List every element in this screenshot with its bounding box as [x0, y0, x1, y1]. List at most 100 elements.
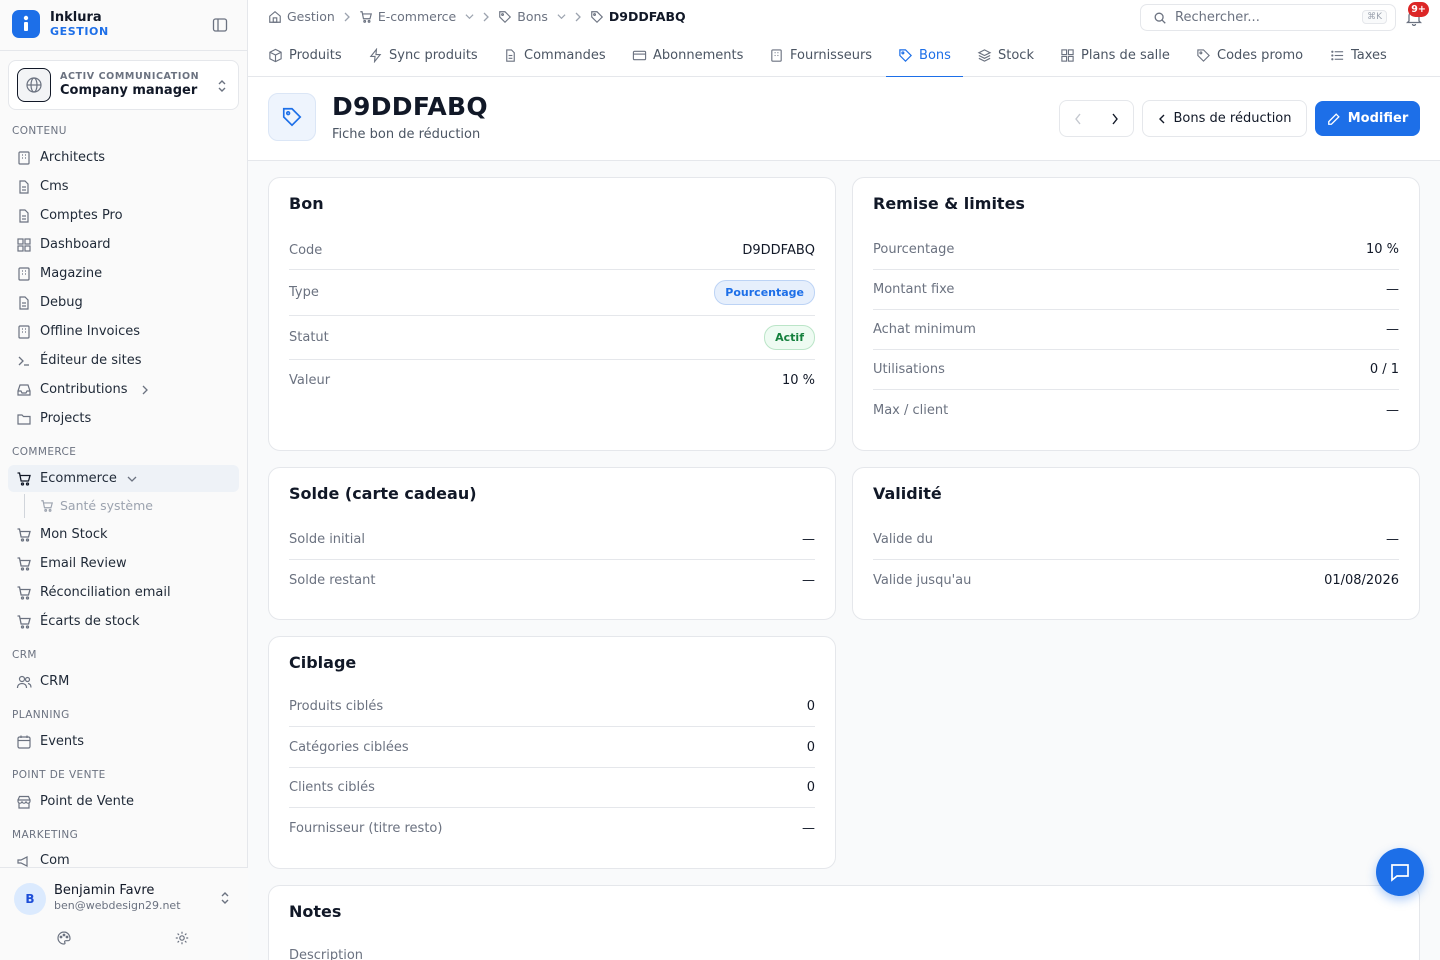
building-icon: [16, 266, 32, 282]
search-shortcut: ⌘K: [1362, 10, 1387, 24]
previous-button[interactable]: [1060, 101, 1097, 136]
org-switcher[interactable]: ACTIV COMMUNICATION Company manager: [8, 60, 239, 110]
sidebar-item-label: Santé système: [60, 498, 153, 513]
tab-produits[interactable]: Produits: [268, 34, 342, 77]
field-value: 0: [806, 699, 815, 714]
folder-icon: [16, 411, 32, 427]
list-icon: [1330, 48, 1345, 63]
field-type: Type Pourcentage: [289, 270, 815, 316]
tab-plans-de-salle[interactable]: Plans de salle: [1060, 34, 1170, 77]
sidebar-item-contributions[interactable]: Contributions: [8, 376, 239, 403]
tab-commandes[interactable]: Commandes: [503, 34, 606, 77]
section-marketing: MARKETING: [12, 829, 79, 841]
sidebar-item-email-review[interactable]: Email Review: [8, 550, 239, 577]
tab-bons[interactable]: Bons: [886, 34, 963, 78]
breadcrumb-gestion[interactable]: Gestion: [268, 9, 335, 24]
sidebar-toggle-icon[interactable]: [212, 17, 230, 35]
breadcrumb-label: Bons: [517, 9, 548, 24]
lightning-icon: [368, 48, 383, 63]
sidebar-item-com[interactable]: Com: [8, 848, 239, 868]
breadcrumb-bons[interactable]: Bons: [498, 9, 566, 24]
field-fournisseur: Fournisseur (titre resto) —: [289, 808, 815, 848]
tag-icon: [1196, 48, 1211, 63]
field-label: Montant fixe: [873, 282, 955, 297]
next-button[interactable]: [1097, 101, 1134, 136]
tag-icon: [898, 48, 913, 63]
sidebar-item-cms[interactable]: Cms: [8, 173, 239, 200]
chat-button[interactable]: [1376, 848, 1424, 896]
tab-fournisseurs[interactable]: Fournisseurs: [769, 34, 872, 77]
field-value: 0: [806, 739, 815, 755]
brand[interactable]: Inklura GESTION: [12, 10, 109, 38]
palette-icon[interactable]: [56, 930, 72, 950]
field-label: Code: [289, 243, 323, 258]
sidebar-item-crm[interactable]: CRM: [8, 668, 239, 695]
sidebar-item-projects[interactable]: Projects: [8, 405, 239, 432]
sidebar-item-label: Cms: [40, 179, 69, 194]
record-pager: [1059, 100, 1134, 137]
sidebar-item-point-de-vente[interactable]: Point de Vente: [8, 788, 239, 815]
sidebar-item-magazine[interactable]: Magazine: [8, 260, 239, 287]
chat-icon: [1389, 861, 1411, 883]
field-value: —: [802, 572, 815, 588]
grid-icon: [16, 237, 32, 253]
sidebar-item-ecarts[interactable]: Écarts de stock: [8, 608, 239, 635]
breadcrumb-label: D9DDFABQ: [608, 9, 686, 24]
tab-label: Commandes: [524, 48, 606, 63]
breadcrumb-current: D9DDFABQ: [590, 9, 686, 24]
tab-sync-produits[interactable]: Sync produits: [368, 34, 478, 77]
search-input[interactable]: Rechercher... ⌘K: [1140, 4, 1396, 31]
field-value: —: [1386, 402, 1399, 418]
field-label: Clients ciblés: [289, 780, 375, 795]
building-icon: [16, 324, 32, 340]
field-label: Utilisations: [873, 362, 945, 377]
tab-stock[interactable]: Stock: [977, 34, 1034, 77]
field-montant-fixe: Montant fixe —: [873, 270, 1399, 310]
tab-taxes[interactable]: Taxes: [1330, 34, 1387, 77]
search-icon: [1153, 11, 1167, 25]
user-menu[interactable]: B Benjamin Favre ben@webdesign29.net: [0, 867, 248, 960]
terminal-icon: [16, 353, 32, 369]
sidebar-item-events[interactable]: Events: [8, 728, 239, 755]
edit-button-label: Modifier: [1347, 111, 1409, 126]
sidebar-item-comptes-pro[interactable]: Comptes Pro: [8, 202, 239, 229]
chevron-up-down-icon: [216, 78, 228, 98]
sidebar-item-reconciliation[interactable]: Réconciliation email: [8, 579, 239, 606]
field-clients-cibles: Clients ciblés 0: [289, 768, 815, 808]
edit-button[interactable]: Modifier: [1315, 101, 1420, 136]
breadcrumb-label: E-commerce: [377, 9, 457, 24]
sidebar-item-label: Magazine: [40, 266, 103, 281]
sidebar-item-label: Ecommerce: [40, 471, 117, 486]
org-name: Company manager: [60, 83, 198, 98]
tab-abonnements[interactable]: Abonnements: [632, 34, 743, 77]
field-label: Valeur: [289, 372, 331, 388]
breadcrumb-ecommerce[interactable]: E-commerce: [359, 9, 474, 24]
field-value: D9DDFABQ: [742, 243, 815, 258]
field-value: 0 / 1: [1369, 362, 1399, 377]
sidebar-item-sante-systeme[interactable]: Santé système: [40, 498, 153, 513]
gear-icon[interactable]: [174, 930, 190, 950]
sidebar-item-dashboard[interactable]: Dashboard: [8, 231, 239, 258]
sidebar-item-architects[interactable]: Architects: [8, 144, 239, 171]
field-value: 0: [806, 780, 815, 795]
brand-logo-icon: [12, 10, 40, 38]
building-icon: [16, 150, 32, 166]
section-commerce: COMMERCE: [12, 446, 77, 458]
back-to-list-button[interactable]: Bons de réduction: [1142, 100, 1307, 137]
sidebar-item-debug[interactable]: Debug: [8, 289, 239, 316]
sidebar-item-mon-stock[interactable]: Mon Stock: [8, 521, 239, 548]
cart-icon: [16, 556, 32, 572]
chevron-up-down-icon: [219, 890, 231, 910]
page-title: D9DDFABQ: [332, 92, 488, 121]
chevron-right-icon: [140, 385, 150, 395]
sidebar-item-label: Point de Vente: [40, 794, 135, 809]
sidebar-item-editeur[interactable]: Éditeur de sites: [8, 347, 239, 374]
sidebar-item-ecommerce[interactable]: Ecommerce: [8, 465, 239, 492]
sidebar-item-label: Events: [40, 734, 85, 749]
field-solde-initial: Solde initial —: [289, 520, 815, 560]
card-title: Remise & limites: [873, 194, 1025, 213]
cart-icon: [359, 10, 373, 24]
tab-codes-promo[interactable]: Codes promo: [1196, 34, 1303, 77]
sidebar-item-offline-invoices[interactable]: Offline Invoices: [8, 318, 239, 345]
sidebar-item-label: Réconciliation email: [40, 585, 171, 600]
